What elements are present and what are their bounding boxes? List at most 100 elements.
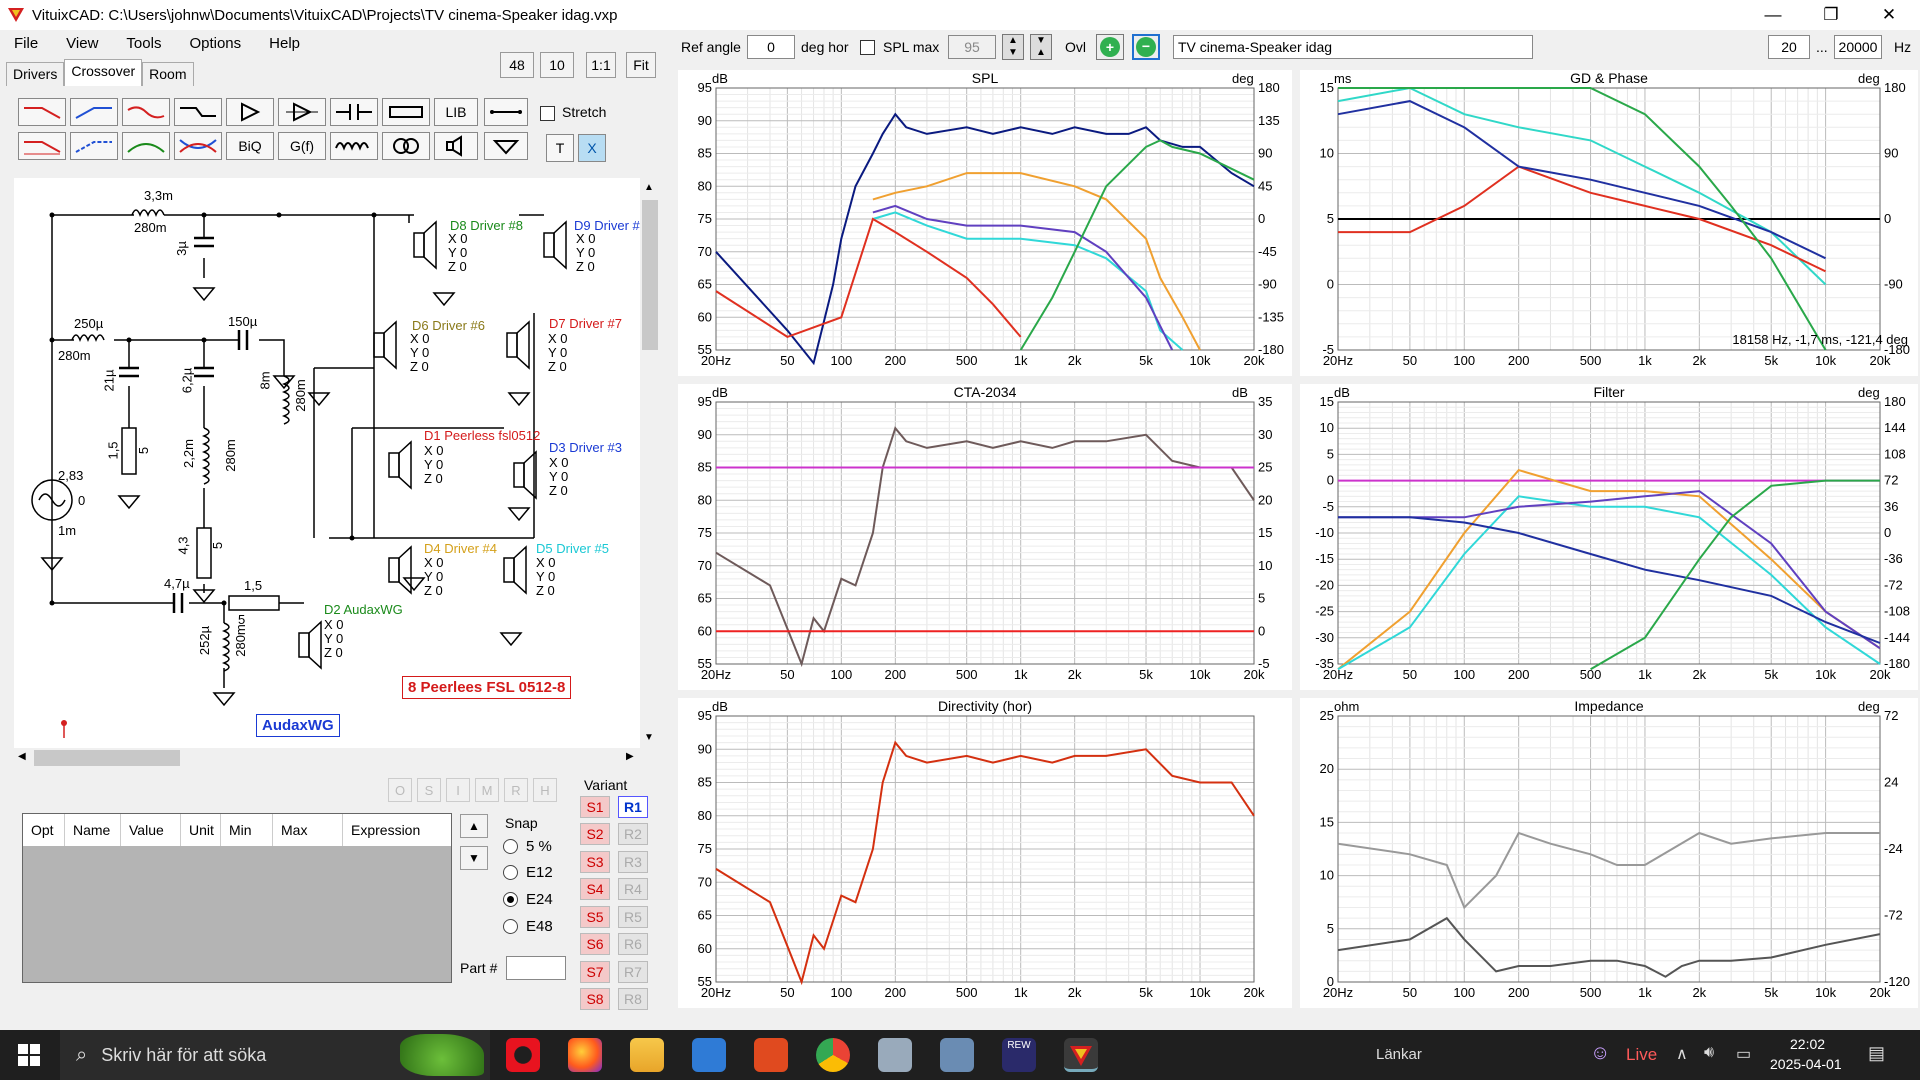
snap-e12-radio[interactable]: E12 [503, 864, 553, 881]
resistor-button[interactable] [382, 98, 430, 126]
menu-file[interactable]: File [0, 35, 52, 52]
menu-tools[interactable]: Tools [112, 35, 175, 52]
highpass-2-button[interactable] [70, 132, 118, 160]
delete-tool-button[interactable]: X [578, 134, 606, 162]
note-peerlees[interactable]: 8 Peerlees FSL 0512-8 [402, 676, 572, 699]
variant-r1-button[interactable]: R1 [618, 796, 648, 818]
col-unit[interactable]: Unit [181, 814, 221, 846]
col-expression[interactable]: Expression [343, 814, 451, 846]
zoom-10-button[interactable]: 10 [540, 52, 574, 78]
zoom-fit-button[interactable]: Fit [626, 52, 656, 78]
variant-s7-button[interactable]: S7 [580, 961, 610, 983]
variant-s8-button[interactable]: S8 [580, 988, 610, 1010]
inductor-button[interactable] [330, 132, 378, 160]
notch-button[interactable] [122, 98, 170, 126]
links-label[interactable]: Länkar [1376, 1046, 1422, 1063]
bandpass-button[interactable] [122, 132, 170, 160]
scroll-thumb[interactable] [34, 750, 180, 766]
amplifier-button[interactable] [226, 98, 274, 126]
lowpass-1-button[interactable] [18, 98, 66, 126]
driver-d2-label[interactable]: D2 AudaxWG [324, 602, 403, 617]
chevron-up-icon[interactable]: ∧ [1676, 1044, 1688, 1064]
allpass-button[interactable] [174, 132, 222, 160]
taskbar-search[interactable]: ⌕ Skriv här för att söka [60, 1030, 490, 1080]
transformer-button[interactable] [382, 132, 430, 160]
variant-s3-button[interactable]: S3 [580, 851, 610, 873]
col-opt[interactable]: Opt [23, 814, 65, 846]
highpass-1-button[interactable] [70, 98, 118, 126]
live-label[interactable]: Live [1626, 1045, 1657, 1065]
gf-button[interactable]: G(f) [278, 132, 326, 160]
driver-d4-label[interactable]: D4 Driver #4 [424, 541, 497, 556]
vituixcad-taskbar-icon[interactable] [1064, 1038, 1098, 1072]
col-min[interactable]: Min [221, 814, 273, 846]
driver-d3-label[interactable]: D3 Driver #3 [549, 440, 622, 455]
freq-high-input[interactable]: 20000 [1834, 35, 1882, 59]
shelf-button[interactable] [174, 98, 222, 126]
driver-d1-label[interactable]: D1 Peerless fsl0512 [424, 428, 540, 443]
remove-overlay-button[interactable]: − [1132, 34, 1160, 60]
part-number-input[interactable] [506, 956, 566, 980]
spl-chart-panel[interactable]: SPL dB deg 20Hz 50 100 200 500 1k 2k 5k 10k 20k 95 90 8… [678, 70, 1292, 376]
variant-r6-button[interactable]: R6 [618, 933, 648, 955]
ground-button[interactable] [484, 132, 528, 160]
col-name[interactable]: Name [65, 814, 121, 846]
snap-e48-radio[interactable]: E48 [503, 918, 553, 935]
wire-button[interactable] [484, 98, 528, 126]
menu-options[interactable]: Options [175, 35, 255, 52]
app-window-icon[interactable] [878, 1038, 912, 1072]
snap-e24-radio[interactable]: E24 [503, 891, 553, 908]
driver-d5-label[interactable]: D5 Driver #5 [536, 541, 609, 556]
library-button[interactable]: LIB [434, 98, 478, 126]
variant-r8-button[interactable]: R8 [618, 988, 648, 1010]
zoom-48-button[interactable]: 48 [500, 52, 534, 78]
opt-s-button[interactable]: S [417, 778, 441, 802]
maximize-button[interactable]: ❐ [1802, 0, 1860, 30]
scroll-right-icon[interactable]: ▶ [626, 751, 634, 762]
add-overlay-button[interactable]: + [1096, 34, 1124, 60]
stretch-checkbox[interactable] [540, 106, 555, 121]
move-down-button[interactable]: ▼ [460, 846, 488, 870]
variant-r3-button[interactable]: R3 [618, 851, 648, 873]
biquad-button[interactable]: BiQ [226, 132, 274, 160]
directivity-chart-panel[interactable]: Directivity (hor) dB 20Hz 50 100 200 500 1k 2k 5k… [678, 698, 1292, 1008]
lowpass-2-button[interactable] [18, 132, 66, 160]
live-icon[interactable]: ☺ [1590, 1042, 1610, 1065]
spl-max-input[interactable]: 95 [948, 35, 996, 59]
filter-chart-panel[interactable]: Filter dB deg 20Hz 50 100 200 500 1k 2k 5k 10k 20k 15… [1300, 384, 1918, 690]
variant-r2-button[interactable]: R2 [618, 823, 648, 845]
scroll-thumb[interactable] [642, 200, 658, 350]
opt-o-button[interactable]: O [388, 778, 412, 802]
close-button[interactable]: ✕ [1860, 0, 1918, 30]
tab-drivers[interactable]: Drivers [6, 62, 65, 86]
project-name-input[interactable]: TV cinema-Speaker idag [1173, 35, 1533, 59]
impedance-chart-panel[interactable]: Impedance ohm deg 20Hz 50 100 200 500 1k 2k 5k 10k 2… [1300, 698, 1918, 1008]
opt-i-button[interactable]: I [446, 778, 470, 802]
note-audaxwg[interactable]: AudaxWG [256, 714, 340, 737]
collapse-icon[interactable]: ▼ ▲ [1030, 34, 1052, 60]
variant-s2-button[interactable]: S2 [580, 823, 610, 845]
firefox-icon[interactable] [568, 1038, 602, 1072]
tab-crossover[interactable]: Crossover [64, 59, 143, 86]
cta-chart-panel[interactable]: CTA-2034 dB dB 20Hz 50 100 200 500 1k 2k 5k 10k 20k 9… [678, 384, 1292, 690]
mail-icon[interactable] [692, 1038, 726, 1072]
col-max[interactable]: Max [273, 814, 343, 846]
scroll-down-icon[interactable]: ▼ [644, 732, 654, 743]
windows-start-icon[interactable] [18, 1044, 40, 1066]
driver-d7-label[interactable]: D7 Driver #7 [549, 316, 622, 331]
col-value[interactable]: Value [121, 814, 181, 846]
zoom-1to1-button[interactable]: 1:1 [586, 52, 616, 78]
chrome-icon[interactable] [816, 1038, 850, 1072]
variant-s5-button[interactable]: S5 [580, 906, 610, 928]
ref-angle-input[interactable]: 0 [747, 35, 795, 59]
gd-phase-chart-panel[interactable]: GD & Phase ms deg 20Hz 50 100 200 500 1k 2k 5k 10k 2… [1300, 70, 1918, 376]
move-up-button[interactable]: ▲ [460, 814, 488, 838]
menu-help[interactable]: Help [255, 35, 314, 52]
text-tool-button[interactable]: T [546, 134, 574, 162]
minimize-button[interactable]: — [1744, 0, 1802, 30]
scroll-up-icon[interactable]: ▲ [644, 182, 654, 193]
opera-icon[interactable] [506, 1038, 540, 1072]
snap-5pct-radio[interactable]: 5 % [503, 838, 552, 855]
rew-icon[interactable]: REW [1002, 1038, 1036, 1072]
variant-r7-button[interactable]: R7 [618, 961, 648, 983]
